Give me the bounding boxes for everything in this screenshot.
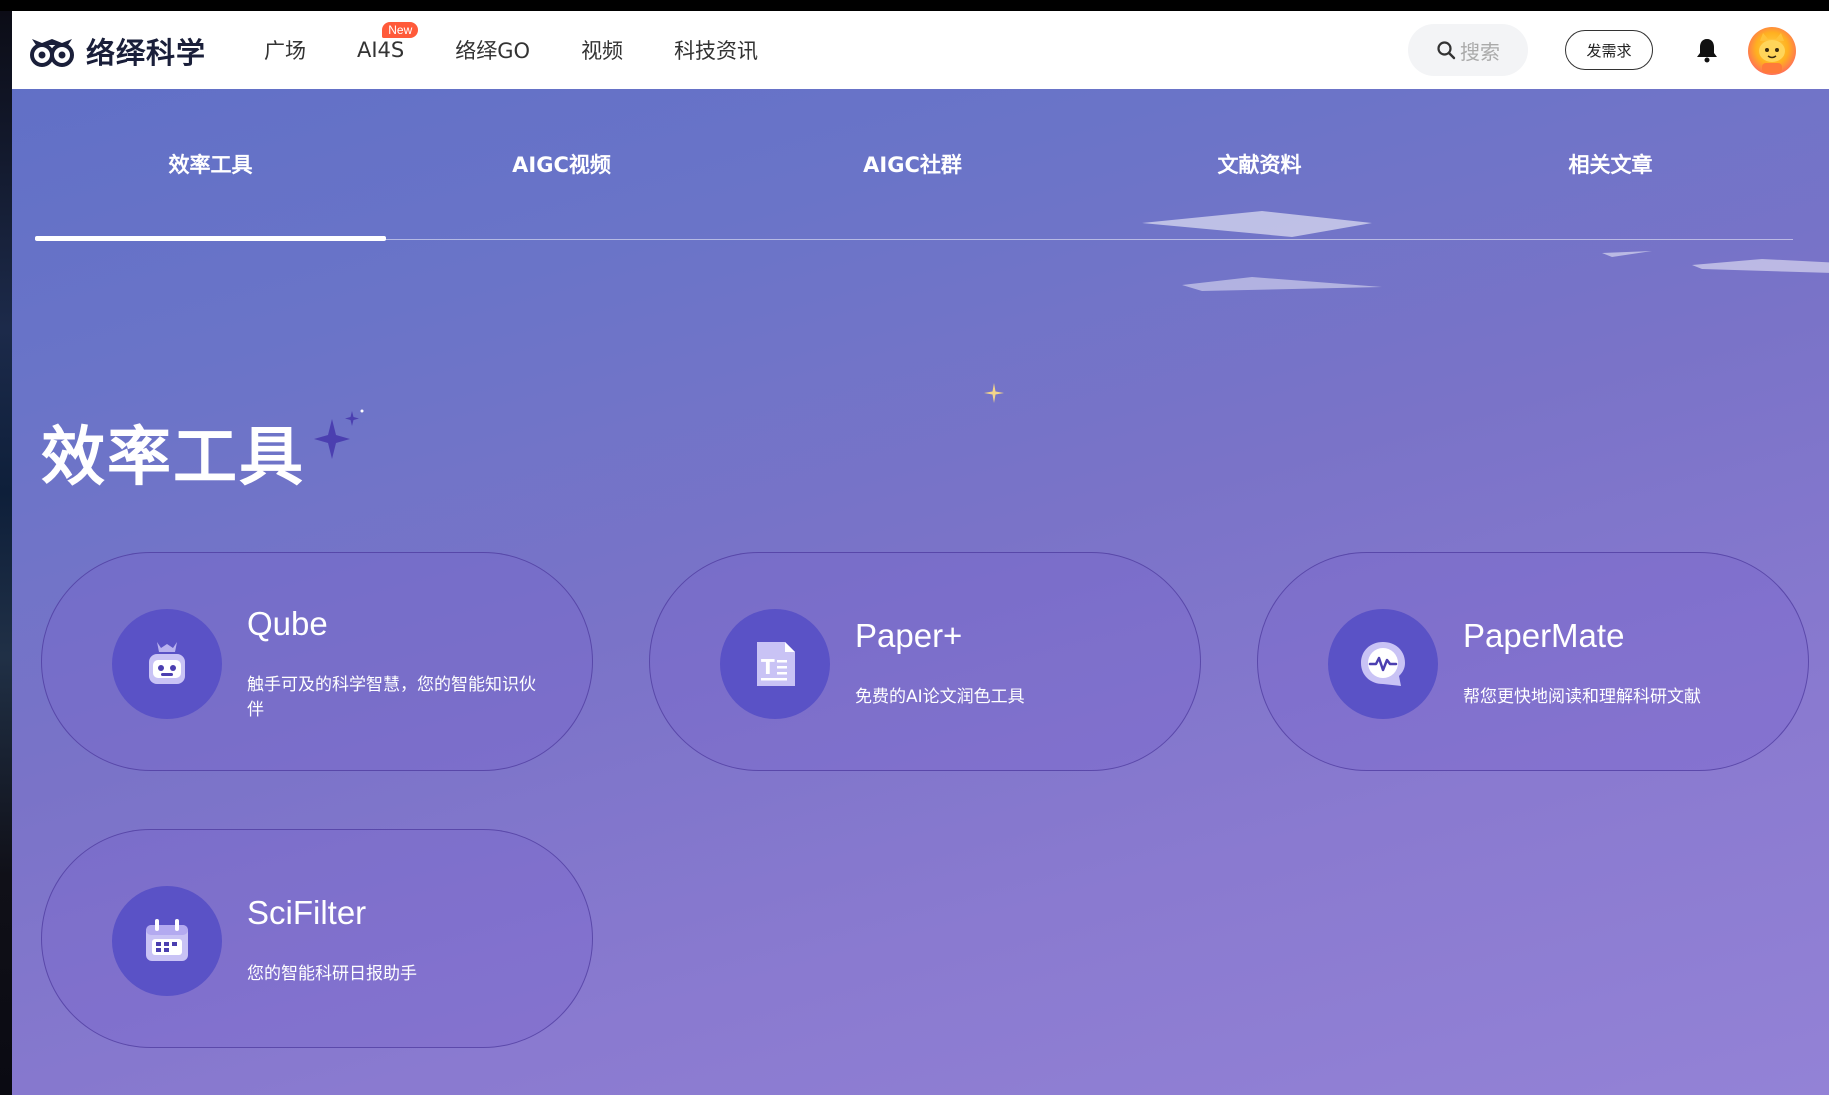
card-icon-circle xyxy=(112,609,222,719)
tool-card-scifilter[interactable]: SciFilter 您的智能科研日报助手 xyxy=(41,829,593,1048)
active-tab-indicator xyxy=(35,236,386,241)
search-placeholder: 搜索 xyxy=(1460,39,1500,64)
tab-bar: 效率工具 AIGC视频 AIGC社群 文献资料 相关文章 xyxy=(35,89,1793,241)
main-nav: 广场 AI4S New 络绎GO 视频 科技资讯 xyxy=(264,11,809,89)
nav-item-ai4s[interactable]: AI4S New xyxy=(357,22,419,62)
chat-pulse-icon xyxy=(1361,642,1405,686)
tab-aigc-video[interactable]: AIGC视频 xyxy=(386,89,737,239)
avatar[interactable] xyxy=(1748,27,1796,75)
tool-card-paper-plus[interactable]: T Paper+ 免费的AI论文润色工具 xyxy=(649,552,1201,771)
tool-card-qube[interactable]: Qube 触手可及的科学智慧，您的智能知识伙伴 xyxy=(41,552,593,771)
card-description: 触手可及的科学智慧，您的智能知识伙伴 xyxy=(247,675,536,720)
logo[interactable]: 络绎科学 xyxy=(28,21,206,81)
document-text-icon: T xyxy=(757,642,795,686)
card-icon-circle: T xyxy=(720,609,830,719)
card-title: PaperMate xyxy=(1463,617,1625,654)
sparkle-icon xyxy=(314,409,364,459)
post-request-button[interactable]: 发需求 xyxy=(1565,30,1653,70)
robot-icon xyxy=(149,642,185,684)
card-icon-circle xyxy=(112,886,222,996)
owl-logo-icon xyxy=(30,39,74,67)
nav-item-go[interactable]: 络绎GO xyxy=(455,35,530,65)
top-frame xyxy=(0,0,1829,11)
cat-avatar-icon xyxy=(1759,33,1785,73)
star-decoration xyxy=(984,383,1004,403)
bell-icon[interactable] xyxy=(1695,37,1719,63)
card-title: SciFilter xyxy=(247,894,367,931)
nav-item-video[interactable]: 视频 xyxy=(581,35,623,65)
header: 络绎科学 广场 AI4S New 络绎GO 视频 科技资讯 搜索 发需求 xyxy=(12,11,1829,89)
card-description: 免费的AI论文润色工具 xyxy=(855,687,1025,707)
tab-efficiency-tools[interactable]: 效率工具 xyxy=(35,89,386,239)
nav-item-square[interactable]: 广场 xyxy=(264,35,306,65)
nav-item-label: AI4S xyxy=(357,38,405,62)
tool-card-papermate[interactable]: PaperMate 帮您更快地阅读和理解科研文献 xyxy=(1257,552,1809,771)
new-badge: New xyxy=(382,22,419,38)
page: 络绎科学 广场 AI4S New 络绎GO 视频 科技资讯 搜索 发需求 效率工… xyxy=(12,11,1829,1095)
section-title: 效率工具 xyxy=(41,421,305,495)
nav-item-tech-news[interactable]: 科技资讯 xyxy=(674,35,758,65)
search-box[interactable]: 搜索 xyxy=(1408,24,1528,76)
card-icon-circle xyxy=(1328,609,1438,719)
tab-related-articles[interactable]: 相关文章 xyxy=(1435,89,1786,239)
svg-text:T: T xyxy=(761,655,775,679)
card-title: Paper+ xyxy=(855,617,963,654)
logo-text: 络绎科学 xyxy=(86,36,207,70)
tab-literature[interactable]: 文献资料 xyxy=(1084,89,1435,239)
search-icon xyxy=(1437,41,1456,60)
card-description: 您的智能科研日报助手 xyxy=(247,964,417,984)
card-description: 帮您更快地阅读和理解科研文献 xyxy=(1463,687,1701,707)
calendar-icon xyxy=(146,919,188,961)
background-window-strip xyxy=(0,0,12,1095)
tab-aigc-community[interactable]: AIGC社群 xyxy=(737,89,1088,239)
card-title: Qube xyxy=(247,605,328,642)
